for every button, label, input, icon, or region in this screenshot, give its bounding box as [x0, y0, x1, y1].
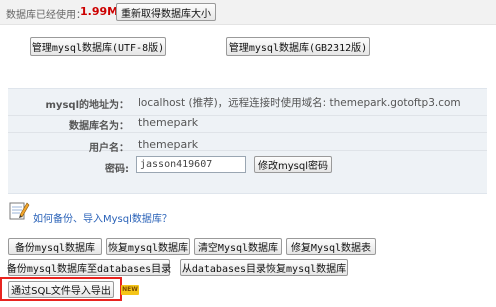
username-label: 用户名：: [89, 143, 129, 154]
dbname-value: themepark: [138, 116, 199, 129]
change-password-button[interactable]: 修改mysql密码: [254, 156, 332, 173]
manage-gb2312-button[interactable]: 管理mysql数据库(GB2312版): [226, 37, 370, 56]
address-value: localhost (推荐)，远程连接时使用域名: themepark.goto…: [138, 97, 461, 109]
row-divider: [8, 115, 487, 116]
import-sql-button[interactable]: 通过SQL文件导入导出: [8, 281, 114, 298]
backup-to-dir-button[interactable]: 备份mysql数据库至databases目录: [7, 259, 171, 276]
row-divider: [8, 132, 487, 133]
backup-help-link[interactable]: 如何备份、导入Mysql数据库？: [33, 210, 172, 225]
restore-from-dir-button[interactable]: 从databases目录恢复mysql数据库: [180, 259, 348, 276]
clear-db-button[interactable]: 清空Mysql数据库: [194, 238, 282, 255]
refresh-size-button[interactable]: 重新取得数据库大小: [116, 3, 216, 21]
usage-label: 数据库已经使用：: [6, 10, 86, 21]
row-divider: [8, 150, 487, 151]
manage-utf8-button[interactable]: 管理mysql数据库(UTF-8版): [30, 37, 166, 56]
password-label: 密码:: [105, 164, 129, 175]
backup-db-button[interactable]: 备份mysql数据库: [8, 238, 102, 255]
restore-db-button[interactable]: 恢复mysql数据库: [106, 238, 190, 255]
notepad-edit-icon: [9, 202, 30, 220]
password-field[interactable]: [136, 156, 246, 173]
repair-table-button[interactable]: 修复Mysql数据表: [286, 238, 376, 255]
new-badge: NEW: [121, 285, 139, 295]
username-value: themepark: [138, 138, 199, 151]
address-label: mysql的地址为：: [45, 100, 129, 111]
dbname-label: 数据库名为：: [69, 121, 129, 132]
